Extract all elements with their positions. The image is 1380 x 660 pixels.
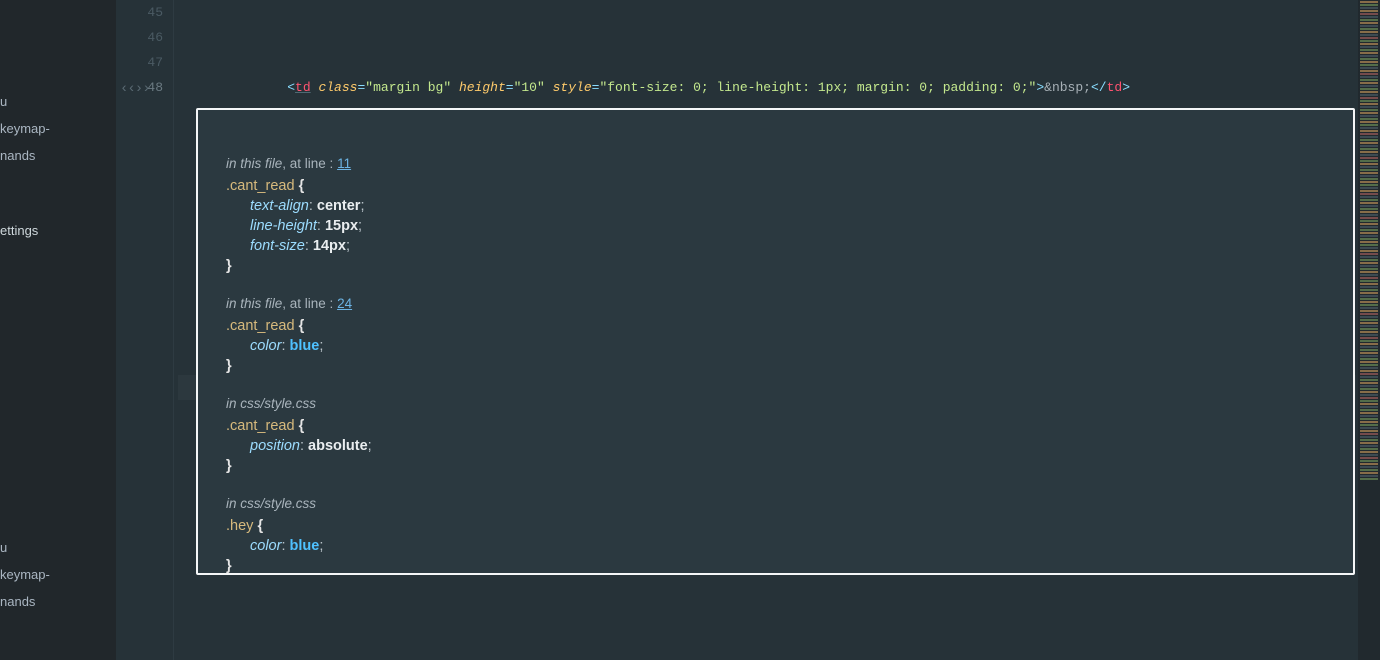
sidebar-item[interactable]: u <box>0 88 116 115</box>
line-link[interactable]: 24 <box>337 296 352 311</box>
line-number[interactable]: 45 <box>116 0 163 25</box>
definition-source: in this file, at line : 24 <box>226 294 1325 314</box>
definition-source: in css/style.css <box>226 394 1325 414</box>
sidebar-item[interactable]: ettings <box>0 217 116 244</box>
line-number[interactable]: 47 <box>116 50 163 75</box>
definition-block[interactable]: in css/style.css .hey { color: blue; } <box>226 494 1325 575</box>
sidebar-item[interactable]: nands <box>0 142 116 169</box>
sidebar-item[interactable]: -keymap <box>0 561 116 588</box>
minimap[interactable] <box>1358 0 1380 660</box>
definition-block[interactable]: in this file, at line : 24 .cant_read { … <box>226 294 1325 376</box>
fold-marker-icon[interactable]: ‹‹›› <box>120 81 150 97</box>
css-definition-tooltip: in this file, at line : 11 .cant_read { … <box>196 108 1355 575</box>
line-link[interactable]: 11 <box>337 156 351 171</box>
definition-source: in this file, at line : 11 <box>226 154 1325 174</box>
sidebar-item[interactable]: nands <box>0 588 116 615</box>
code-line[interactable]: <td class="margin bg" height="10" style=… <box>178 75 1356 100</box>
line-number-gutter: 45 46 47 48 <box>116 0 174 660</box>
sidebar-item[interactable]: u <box>0 534 116 561</box>
sidebar: u -keymap nands ettings u -keymap nands … <box>0 0 116 660</box>
definition-source: in css/style.css <box>226 494 1325 514</box>
definition-block[interactable]: in this file, at line : 11 .cant_read { … <box>226 154 1325 276</box>
sidebar-item[interactable]: -keymap <box>0 115 116 142</box>
definition-block[interactable]: in css/style.css .cant_read { position: … <box>226 394 1325 476</box>
line-number[interactable]: 46 <box>116 25 163 50</box>
